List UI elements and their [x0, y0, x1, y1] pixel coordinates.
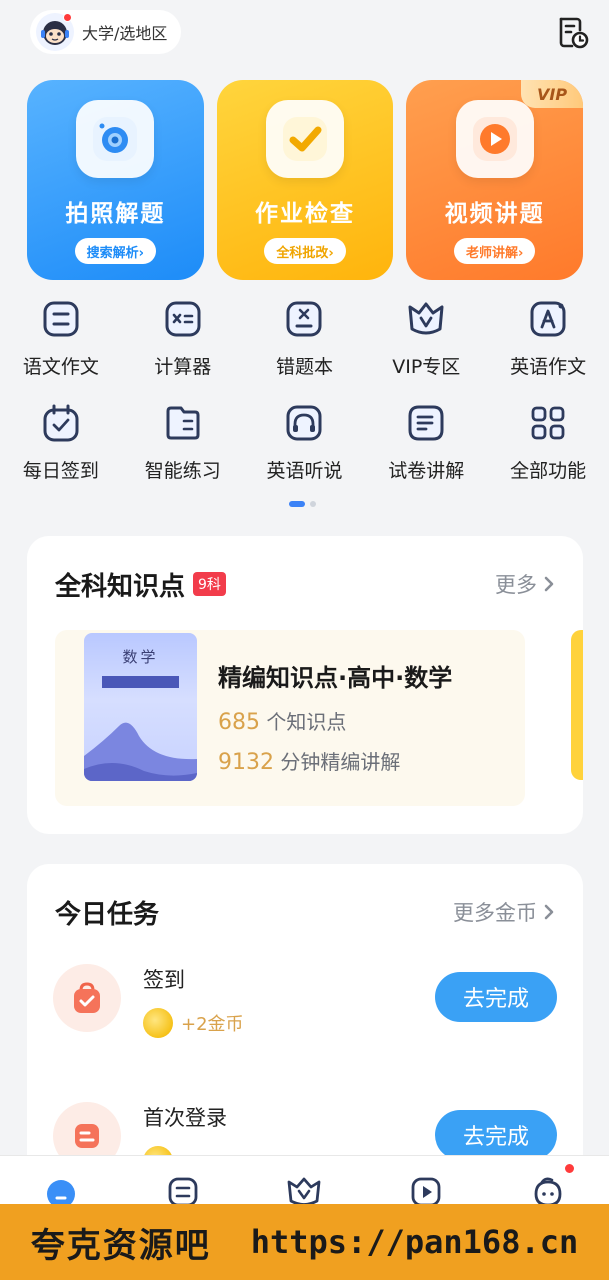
notification-dot [63, 13, 72, 22]
grid-item-english-listening[interactable]: 英语听说 [244, 402, 366, 506]
english-essay-icon [527, 298, 569, 340]
calendar-check-icon [40, 402, 82, 444]
location-label: 大学/选地区 [82, 24, 168, 43]
watermark-banner: 夸克资源吧 https://pan168.cn [0, 1204, 609, 1280]
grid-item-all-features[interactable]: 全部功能 [487, 402, 609, 506]
play-icon [455, 100, 534, 178]
task-name: 签到 [143, 968, 185, 992]
minutes-number: 9132 [218, 750, 274, 775]
subject-count-badge: 9科 [193, 572, 226, 596]
knowledge-points-count: 685 个知识点 [218, 706, 346, 735]
main-feature-cards: 拍照解题 搜索解析› 作业检查 全科批改› VIP 视频讲题 老师讲解› [27, 80, 584, 280]
section-title: 全科知识点 [55, 571, 186, 602]
card-subtitle-button[interactable]: 搜索解析› [74, 238, 157, 264]
grid-item-vip[interactable]: VIP专区 [365, 298, 487, 402]
page-dot-active [289, 501, 305, 507]
chevron-right-icon [544, 904, 554, 920]
mascot-avatar-icon [36, 13, 74, 51]
knowledge-card[interactable]: 数学 精编知识点·高中·数学 685 个知识点 9132 分钟精编讲解 [55, 630, 525, 806]
calculator-icon [162, 298, 204, 340]
lecture-minutes: 9132 分钟精编讲解 [218, 746, 400, 775]
cover-bar [102, 676, 179, 688]
go-complete-button[interactable]: 去完成 [435, 972, 557, 1022]
vip-icon [405, 298, 447, 340]
watermark-left-text: 夸克资源吧 [30, 1225, 211, 1266]
minutes-text: 分钟精编讲解 [280, 750, 401, 774]
location-selector[interactable]: 大学/选地区 [30, 10, 182, 54]
grid-item-exam-explain[interactable]: 试卷讲解 [365, 402, 487, 506]
grid-item-english-essay[interactable]: 英语作文 [487, 298, 609, 402]
card-title: 拍照解题 [65, 201, 166, 227]
coin-icon [143, 1008, 173, 1038]
grid-label: 全部功能 [510, 460, 587, 482]
exam-paper-icon [405, 402, 447, 444]
practice-book-icon [162, 402, 204, 444]
grid-page-indicator [289, 501, 316, 507]
more-coins-link[interactable]: 更多金币 [453, 897, 555, 927]
homework-check-card[interactable]: 作业检查 全科批改› [216, 80, 394, 280]
section-title: 今日任务 [55, 899, 160, 930]
checkin-bag-icon [53, 964, 121, 1032]
photo-solve-card[interactable]: 拍照解题 搜索解析› [27, 80, 204, 280]
math-cover-image: 数学 [84, 633, 197, 781]
card-subtitle-button[interactable]: 全科批改› [264, 238, 346, 264]
camera-icon [76, 100, 155, 178]
checkmark-icon [266, 100, 344, 178]
grid-label: VIP专区 [392, 356, 461, 378]
grid-item-mistake-book[interactable]: 错题本 [244, 298, 366, 402]
history-document-icon[interactable] [555, 14, 591, 50]
grid-label: 计算器 [154, 356, 212, 378]
vip-badge: VIP [521, 80, 584, 108]
more-link[interactable]: 更多 [495, 569, 555, 599]
task-reward: +2金币 [143, 1008, 244, 1038]
grid-label: 每日签到 [22, 460, 99, 482]
chevron-right-icon [544, 576, 554, 592]
knowledge-points-panel: 全科知识点 9科 更多 数学 精编知识点·高中·数学 685 个知识点 9132… [27, 536, 583, 834]
video-lecture-card[interactable]: VIP 视频讲题 老师讲解› [406, 80, 584, 280]
grid-label: 错题本 [275, 356, 333, 378]
knowledge-card-title: 精编知识点·高中·数学 [218, 664, 453, 692]
grid-label: 语文作文 [22, 356, 99, 378]
more-label: 更多 [495, 573, 537, 597]
grid-label: 英语听说 [266, 460, 343, 482]
daily-tasks-panel: 今日任务 更多金币 签到 +2金币 去完成 首次登录 去完成 [27, 864, 583, 1204]
reward-text: +2金币 [181, 1014, 244, 1035]
grid-item-daily-checkin[interactable]: 每日签到 [0, 402, 122, 506]
feature-grid: 语文作文 计算器 错题本 VIP专区 英语作文 每日签到 智能练习 英语听说 试… [0, 298, 609, 506]
headphones-icon [283, 402, 325, 444]
points-number: 685 [218, 710, 260, 735]
grid-label: 试卷讲解 [388, 460, 465, 482]
more-label: 更多金币 [453, 901, 537, 925]
card-title: 视频讲题 [444, 201, 545, 227]
grid-label: 英语作文 [510, 356, 587, 378]
top-bar: 大学/选地区 [0, 0, 609, 70]
essay-icon [40, 298, 82, 340]
points-text: 个知识点 [266, 710, 347, 734]
task-name: 首次登录 [143, 1106, 227, 1130]
grid-item-calculator[interactable]: 计算器 [122, 298, 244, 402]
page-dot[interactable] [310, 501, 316, 507]
cover-title: 数学 [122, 648, 159, 666]
card-subtitle-button[interactable]: 老师讲解› [454, 238, 536, 264]
notification-dot [562, 1162, 576, 1175]
task-row: 签到 +2金币 去完成 [53, 964, 557, 1044]
mistake-book-icon [283, 298, 325, 340]
card-title: 作业检查 [255, 201, 355, 227]
grid-item-essay[interactable]: 语文作文 [0, 298, 122, 402]
next-card-peek[interactable] [571, 630, 583, 780]
grid-label: 智能练习 [144, 460, 221, 482]
grid-apps-icon [527, 402, 569, 444]
grid-item-smart-practice[interactable]: 智能练习 [122, 402, 244, 506]
go-complete-button[interactable]: 去完成 [435, 1110, 557, 1160]
watermark-url-text: https://pan168.cn [250, 1223, 579, 1261]
